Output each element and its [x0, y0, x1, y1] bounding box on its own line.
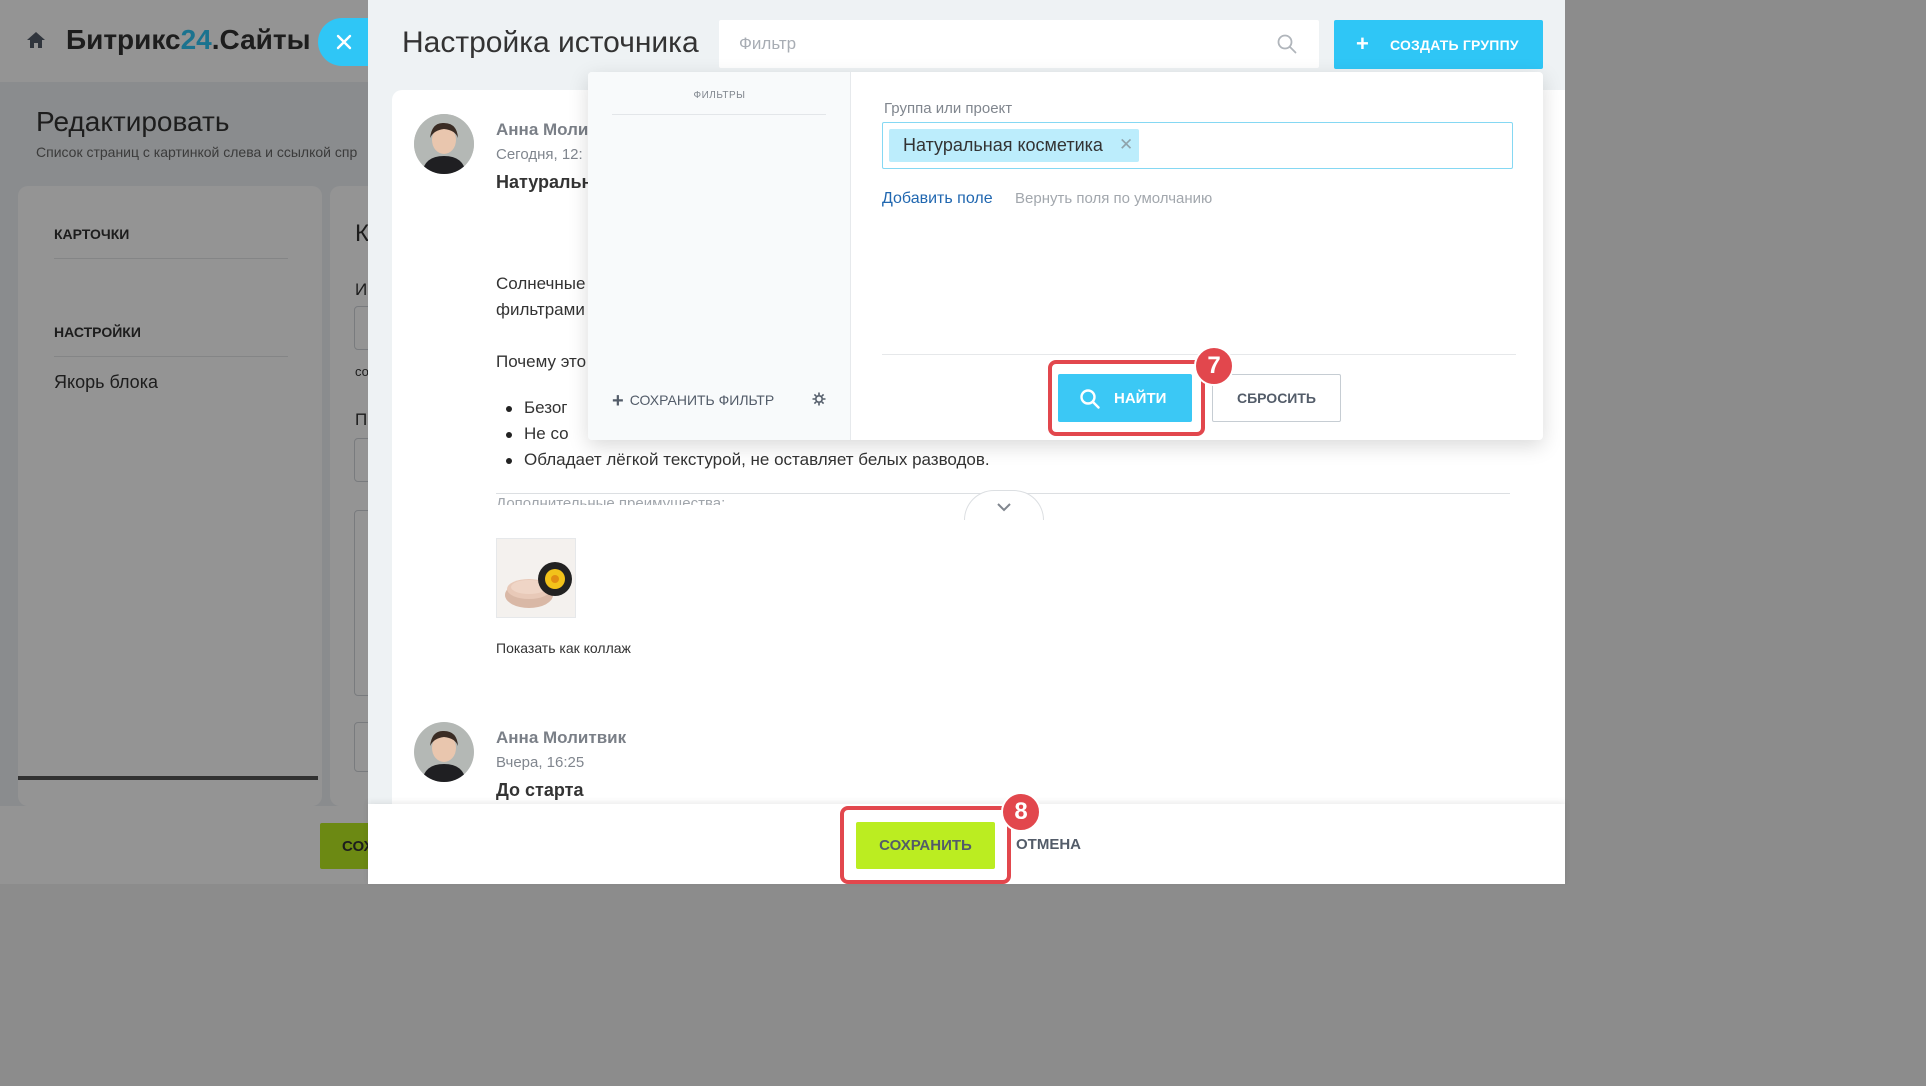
- avatar[interactable]: [414, 114, 474, 174]
- create-group-label: СОЗДАТЬ ГРУППУ: [1390, 37, 1519, 53]
- restore-default-fields-link[interactable]: Вернуть поля по умолчанию: [1015, 190, 1212, 207]
- remove-tag-icon[interactable]: ✕: [1119, 135, 1133, 155]
- post-author[interactable]: Анна Молитвик: [496, 728, 626, 748]
- plus-icon: +: [1356, 31, 1369, 56]
- post-time: Сегодня, 12:: [496, 146, 583, 163]
- close-slider-button[interactable]: [318, 18, 370, 66]
- avatar[interactable]: [414, 722, 474, 782]
- step-badge-8: 8: [1001, 792, 1041, 832]
- post-time: Вчера, 16:25: [496, 754, 585, 771]
- attachment-thumbnail[interactable]: [496, 538, 576, 618]
- plus-icon: +: [612, 390, 624, 412]
- slider-footer: СОХРАНИТЬ ОТМЕНА: [368, 804, 1565, 884]
- source-settings-slider: Настройка источника + СОЗДАТЬ ГРУППУ Анн…: [368, 0, 1565, 884]
- find-button[interactable]: НАЙТИ: [1058, 374, 1192, 422]
- selected-group-label: Натуральная косметика: [903, 135, 1103, 155]
- filter-search-box[interactable]: [719, 20, 1319, 68]
- list-item: Безог: [506, 398, 568, 417]
- group-or-project-label: Группа или проект: [884, 100, 1013, 117]
- add-field-link[interactable]: Добавить поле: [882, 190, 993, 208]
- step-badge-7: 7: [1194, 346, 1234, 386]
- show-as-collage-link[interactable]: Показать как коллаж: [496, 640, 631, 656]
- saved-filters-sidebar: ФИЛЬТРЫ + СОХРАНИТЬ ФИЛЬТР: [588, 72, 851, 440]
- post-text-line: фильтрами: [496, 300, 585, 319]
- selected-group-tag[interactable]: Натуральная косметика ✕: [889, 129, 1139, 162]
- slider-title: Настройка источника: [402, 26, 699, 59]
- filter-popup: ФИЛЬТРЫ + СОХРАНИТЬ ФИЛЬТР Группа или про…: [588, 72, 1543, 440]
- filters-heading: ФИЛЬТРЫ: [693, 90, 746, 101]
- save-filter-label: СОХРАНИТЬ ФИЛЬТР: [629, 392, 775, 408]
- reset-button[interactable]: СБРОСИТЬ: [1212, 374, 1341, 422]
- post-text-line: Солнечные: [496, 274, 586, 293]
- list-item: Не со: [506, 424, 569, 443]
- save-button[interactable]: СОХРАНИТЬ: [856, 822, 995, 869]
- chevron-down-icon: [997, 503, 1011, 512]
- post-text-line: Почему это: [496, 352, 587, 371]
- post-author[interactable]: Анна Моли: [496, 120, 588, 140]
- gear-icon[interactable]: [812, 392, 826, 406]
- more-advantages-text: Дополнительные преимущества:: [496, 495, 726, 505]
- post-title: Натуральн: [496, 172, 593, 192]
- create-group-button[interactable]: + СОЗДАТЬ ГРУППУ: [1334, 20, 1543, 69]
- save-filter-button[interactable]: + СОХРАНИТЬ ФИЛЬТР: [612, 390, 774, 413]
- close-icon: [336, 34, 352, 50]
- post-title: До старта: [496, 780, 584, 800]
- cancel-button[interactable]: ОТМЕНА: [1016, 836, 1081, 853]
- search-icon: [1080, 389, 1100, 409]
- list-item: Обладает лёгкой текстурой, не оставляет …: [506, 450, 990, 469]
- search-icon[interactable]: [1277, 34, 1297, 54]
- group-or-project-field[interactable]: Натуральная косметика ✕: [882, 122, 1513, 169]
- filter-search-input[interactable]: [719, 20, 1279, 68]
- expand-post-button[interactable]: [964, 490, 1044, 520]
- find-label: НАЙТИ: [1114, 390, 1167, 407]
- filters-divider: [612, 114, 826, 115]
